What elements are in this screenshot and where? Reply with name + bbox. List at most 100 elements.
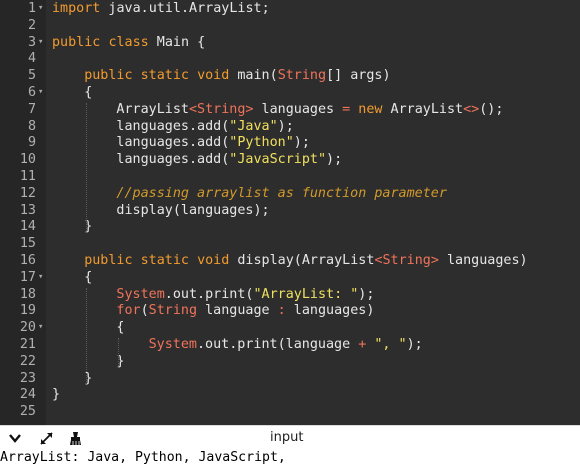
code-line: 2 [0,17,580,34]
code-token: <> [463,101,480,117]
code-token: display(ArrayList [229,253,375,268]
line-number: 3 [27,34,36,50]
code-token: main( [229,68,278,84]
line-number: 25 [19,404,36,420]
code-text: for(String language : languages) [116,302,374,319]
line-number: 14 [19,219,36,235]
code-token: public [52,34,101,50]
line-number: 17 [19,269,36,285]
indent-guide [118,338,120,368]
code-token: = [342,101,351,117]
code-token: { [116,320,125,336]
line-number: 22 [19,353,36,369]
code-token: languages) [438,253,528,268]
line-number: 5 [27,68,36,84]
code-text: { [84,84,92,101]
code-line: 25 [0,403,580,420]
code-text: System.out.print("ArrayList: "); [116,286,374,303]
code-token: for [116,303,141,319]
code-line: 4 [0,50,580,67]
code-token: String [148,303,198,319]
line-number: 4 [27,51,36,67]
code-token: display(languages); [116,202,270,218]
code-line: 17 ▾ { [0,269,580,286]
code-token: import [52,1,101,16]
code-token: void [197,253,230,268]
code-token: Main { [148,34,206,50]
line-number: 21 [19,337,36,352]
code-token: language [197,303,278,319]
line-number: 8 [27,118,36,134]
code-token: System [148,337,197,352]
line-number: 15 [19,236,36,252]
line-number: 16 [19,253,36,268]
fold-arrow-icon[interactable]: ▾ [38,0,47,17]
code-line: 15 [0,235,580,252]
code-token: "JavaScript" [229,152,327,168]
code-text: languages.add("JavaScript"); [116,151,342,168]
code-token: languages [253,101,343,117]
code-token: "Java" [229,118,278,134]
code-token: (); [479,101,504,117]
code-text: languages.add("Java"); [116,118,293,135]
code-line: 3 ▾ public class Main { [0,34,580,51]
code-token: languages) [285,303,375,319]
code-token: public [84,68,133,84]
line-number: 10 [19,152,36,168]
code-token: //passing arraylist as function paramete… [116,185,447,201]
indent-guide [86,102,88,234]
code-token: public [84,253,133,268]
code-token: ); [293,135,310,151]
fold-arrow-icon[interactable]: ▾ [38,34,47,51]
code-text: System.out.print(language + ", "); [149,336,423,353]
code-token: static [140,68,189,84]
code-token: class [108,34,149,50]
code-token: "ArrayList: " [253,286,359,302]
console-output: ArrayList: Java, Python, JavaScript, [0,449,580,470]
code-token: new [358,101,383,117]
clear-output-icon[interactable] [66,429,84,447]
code-token: ", " [374,337,407,352]
code-text: { [116,319,124,336]
code-text: } [52,386,60,403]
indent-guide [86,287,88,385]
code-token: static [140,253,189,268]
line-number: 11 [19,169,36,184]
line-number: 2 [27,17,36,33]
code-token: ); [326,152,343,168]
fold-arrow-icon[interactable]: ▾ [38,269,47,286]
line-number: 18 [19,286,36,302]
code-token: "Python" [229,135,294,151]
line-number: 12 [19,185,36,201]
line-number: 6 [27,85,36,100]
code-text: //passing arraylist as function paramete… [116,185,447,202]
code-token: languages.add( [116,135,230,151]
line-number: 20 [19,320,36,336]
code-token: java.util.ArrayList; [100,1,270,16]
code-text: import java.util.ArrayList; [52,0,270,17]
code-line: 6 ▾ { [0,84,580,101]
code-text: ArrayList<String> languages = new ArrayL… [116,101,503,118]
code-line: 5 public static void main(String[] args) [0,67,580,84]
code-token: String [277,68,327,84]
code-line: 24} [0,386,580,403]
line-number: 24 [19,387,36,403]
expand-arrows-icon[interactable] [37,429,55,447]
code-token: languages.add( [116,118,230,134]
line-number: 23 [19,370,36,386]
code-token: ArrayList [116,101,189,117]
code-token: void [197,68,230,84]
code-token: .out.print( [164,286,254,302]
code-token: System [116,286,165,302]
code-token: ( [140,303,149,319]
code-text: { [84,269,92,286]
code-editor[interactable]: 1 ▾ import java.util.ArrayList; 2 3 ▾ public c… [0,0,580,425]
fold-arrow-icon[interactable]: ▾ [38,319,47,336]
code-token: languages.add( [116,152,230,168]
code-text: public static void main(String[] args) [84,67,390,84]
fold-arrow-icon[interactable]: ▾ [38,84,47,101]
chevron-down-icon[interactable] [6,429,24,447]
code-token: } [52,387,61,403]
